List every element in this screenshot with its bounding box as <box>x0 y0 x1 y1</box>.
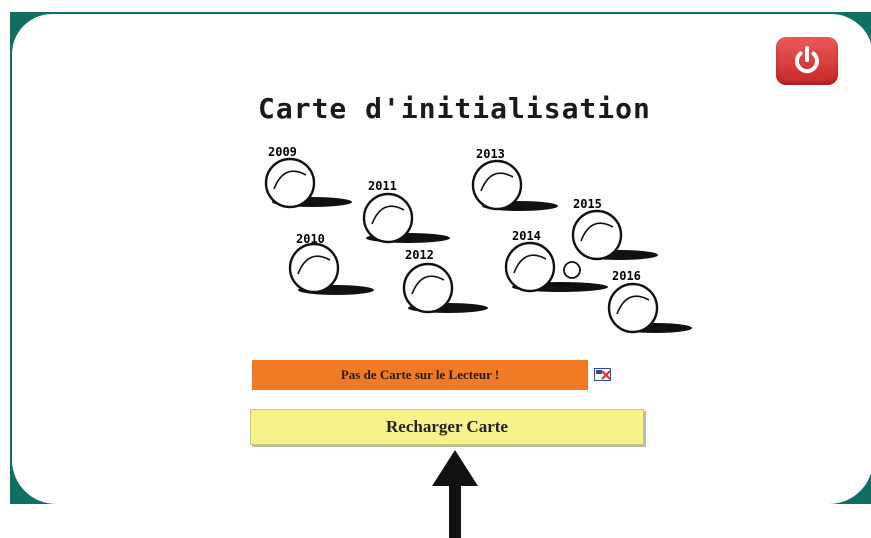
page-title: Carte d'initialisation <box>258 92 651 125</box>
up-arrow-icon <box>432 450 478 538</box>
status-message: Pas de Carte sur le Lecteur ! <box>252 360 588 390</box>
reload-card-button[interactable]: Recharger Carte <box>250 409 644 445</box>
power-icon <box>795 46 819 74</box>
card-error-icon <box>594 368 611 381</box>
power-button[interactable] <box>776 37 838 85</box>
